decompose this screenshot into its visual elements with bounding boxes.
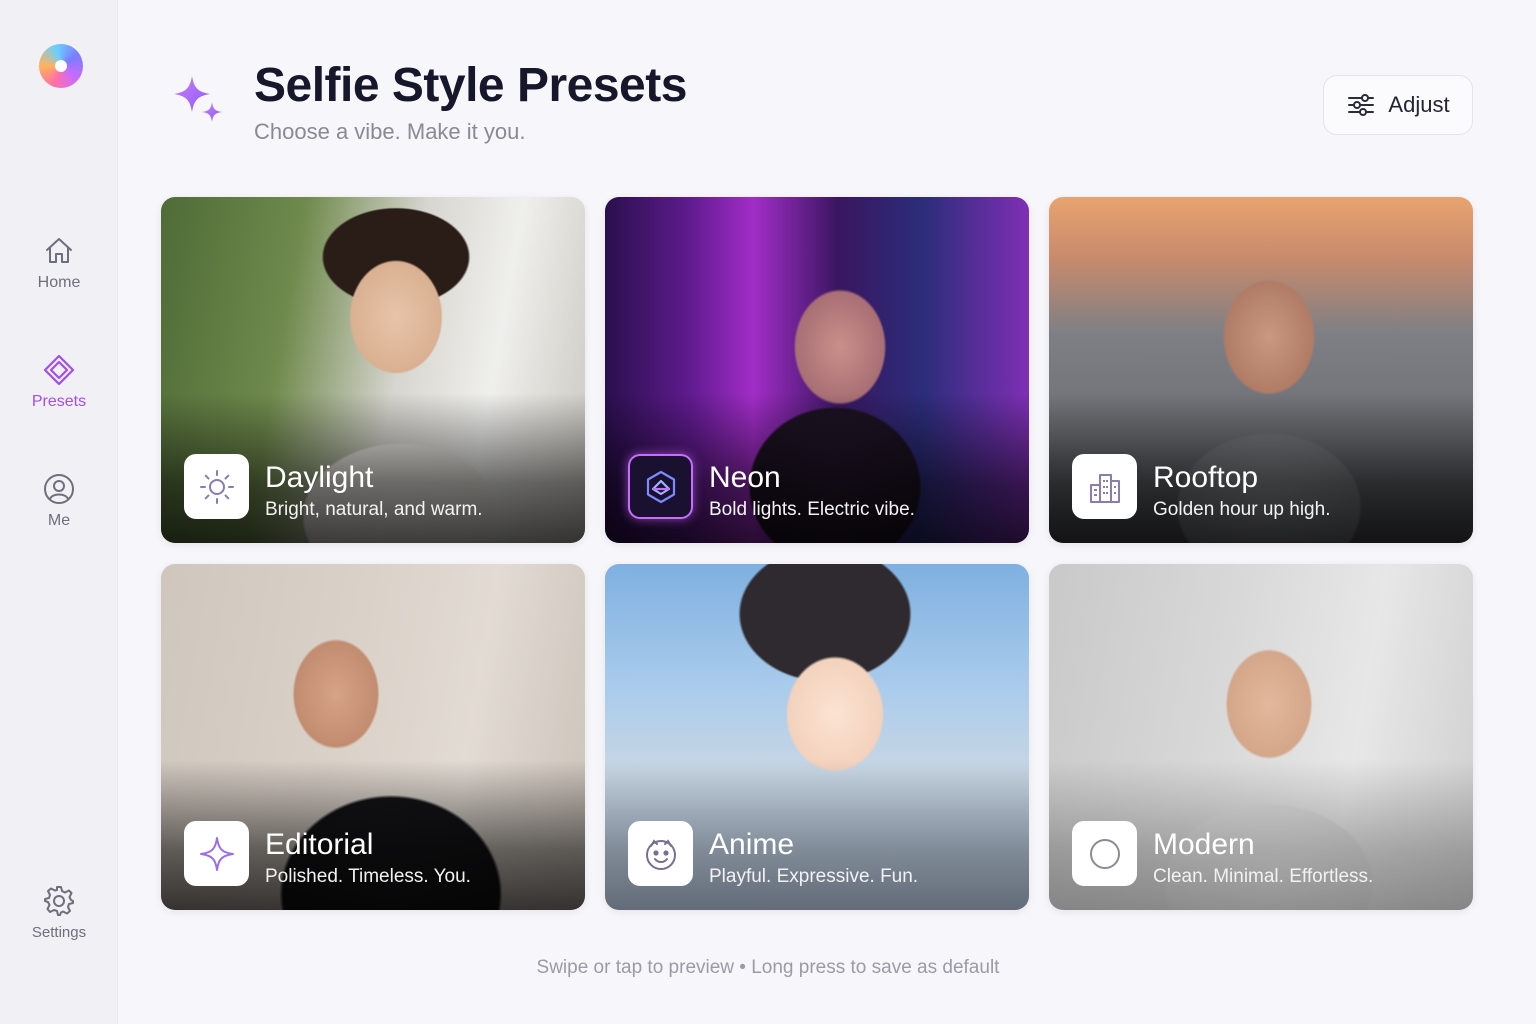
app-logo[interactable] [39, 44, 83, 88]
preset-card-daylight[interactable]: Daylight Bright, natural, and warm. [161, 197, 585, 543]
sidebar-item-settings[interactable]: Settings [0, 884, 118, 941]
preset-card-anime[interactable]: Anime Playful. Expressive. Fun. [605, 564, 1029, 910]
buildings-icon [1089, 473, 1120, 503]
sparkle-icon [199, 836, 234, 871]
footer-hint: Swipe or tap to preview • Long press to … [536, 957, 1000, 978]
preset-badge [1072, 454, 1137, 519]
circle-icon [1089, 838, 1120, 869]
adjust-button[interactable]: Adjust [1323, 75, 1473, 135]
sparkle-icon [174, 76, 222, 122]
home-icon [46, 238, 72, 263]
sidebar-item-me[interactable]: Me [0, 472, 118, 530]
page-subtitle: Choose a vibe. Make it you. [254, 119, 526, 144]
preset-title: Editorial [265, 828, 374, 861]
sidebar-item-label: Settings [31, 924, 87, 941]
preset-card-editorial[interactable]: Editorial Polished. Timeless. You. [161, 564, 585, 910]
preset-badge [184, 454, 249, 519]
preset-badge [1072, 821, 1137, 886]
sidebar-item-label: Home [37, 274, 81, 291]
sidebar-item-home[interactable]: Home [0, 234, 118, 292]
preset-badge [184, 821, 249, 886]
preset-card-modern[interactable]: Modern Clean. Minimal. Effortless. [1049, 564, 1473, 910]
preset-description: Bright, natural, and warm. [265, 499, 483, 520]
sidebar-item-label: Presets [31, 393, 87, 410]
preset-description: Golden hour up high. [1153, 499, 1331, 520]
neon-hexagon-icon [646, 470, 675, 503]
user-circle-icon [44, 474, 74, 504]
preset-card-rooftop[interactable]: Rooftop Golden hour up high. [1049, 197, 1473, 543]
preset-card-neon[interactable]: Neon Bold lights. Electric vibe. [605, 197, 1029, 543]
sliders-icon [1348, 94, 1375, 116]
sidebar-item-label: Me [47, 512, 71, 529]
preset-title: Daylight [265, 461, 374, 494]
preset-title: Rooftop [1153, 461, 1259, 494]
preset-badge [628, 821, 693, 886]
sun-icon [199, 469, 234, 504]
preset-description: Polished. Timeless. You. [265, 866, 471, 887]
sidebar: Home Presets Me Settings [0, 0, 118, 1024]
gear-icon [44, 886, 74, 916]
preset-description: Bold lights. Electric vibe. [709, 499, 915, 520]
preset-title: Modern [1153, 828, 1255, 861]
page-title: Selfie Style Presets [254, 59, 687, 112]
preset-description: Playful. Expressive. Fun. [709, 866, 919, 887]
preset-badge [628, 454, 693, 519]
preset-title: Neon [709, 461, 781, 494]
preset-title: Anime [709, 828, 795, 861]
diamond-icon [43, 354, 75, 386]
app-root: Home Presets Me Settings Selfie Style Pr… [0, 0, 1536, 1024]
adjust-button-label: Adjust [1388, 92, 1450, 117]
sidebar-item-presets[interactable]: Presets [0, 353, 118, 411]
smiley-face-icon [645, 838, 676, 870]
preset-description: Clean. Minimal. Effortless. [1153, 866, 1374, 887]
